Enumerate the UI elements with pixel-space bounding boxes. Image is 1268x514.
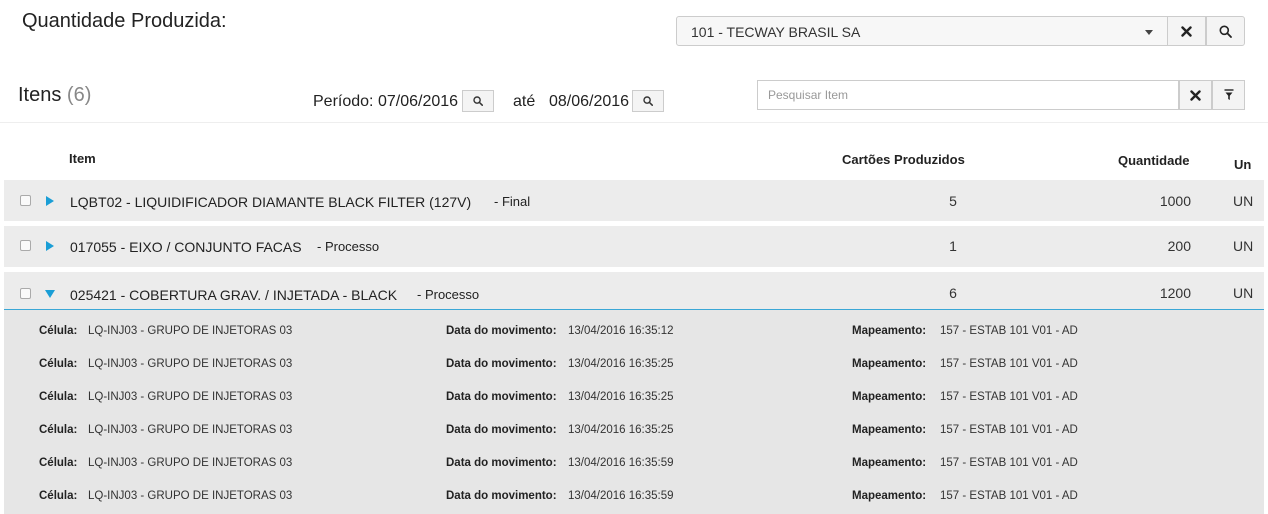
row-checkbox[interactable] — [20, 240, 31, 251]
detail-cell-value: LQ-INJ03 - GRUPO DE INJETORAS 03 — [88, 358, 293, 370]
detail-mapping-label: Mapeamento: — [852, 490, 927, 502]
filter-icon — [1224, 89, 1233, 100]
detail-cell-value: LQ-INJ03 - GRUPO DE INJETORAS 03 — [88, 391, 293, 403]
detail-row: Célula: LQ-INJ03 - GRUPO DE INJETORAS 03… — [4, 391, 1264, 411]
row-quantity: 1200 — [1159, 285, 1191, 301]
detail-row: Célula: LQ-INJ03 - GRUPO DE INJETORAS 03… — [4, 325, 1264, 345]
column-header-cards: Cartões Produzidos — [842, 152, 965, 167]
period-to-value[interactable]: 08/06/2016 — [549, 93, 629, 111]
row-unit: UN — [1233, 238, 1254, 254]
detail-cell-value: LQ-INJ03 - GRUPO DE INJETORAS 03 — [88, 325, 293, 337]
detail-mapping-value: 157 - ESTAB 101 V01 - AD — [940, 391, 1078, 403]
column-header-quantity: Quantidade — [1118, 153, 1190, 168]
chevron-down-icon — [1145, 30, 1153, 35]
triangle-right-icon[interactable] — [46, 196, 54, 206]
row-item-label: 017055 - EIXO / CONJUNTO FACAS — [70, 239, 302, 255]
detail-cell-value: LQ-INJ03 - GRUPO DE INJETORAS 03 — [88, 490, 293, 502]
detail-mapping-label: Mapeamento: — [852, 391, 927, 403]
company-select[interactable]: 101 - TECWAY BRASIL SA — [676, 16, 1168, 46]
search-icon — [1219, 25, 1232, 38]
detail-cell-label: Célula: — [39, 424, 78, 436]
table-row[interactable]: 025421 - COBERTURA GRAV. / INJETADA - BL… — [4, 272, 1264, 309]
detail-date-label: Data do movimento: — [446, 424, 557, 436]
detail-mapping-value: 157 - ESTAB 101 V01 - AD — [940, 358, 1078, 370]
detail-mapping-value: 157 - ESTAB 101 V01 - AD — [940, 424, 1078, 436]
company-select-value: 101 - TECWAY BRASIL SA — [691, 24, 861, 40]
detail-date-value: 13/04/2016 16:35:59 — [568, 490, 674, 502]
row-checkbox[interactable] — [20, 288, 31, 299]
company-clear-button[interactable] — [1167, 16, 1206, 46]
row-item-type: - Processo — [417, 287, 480, 302]
detail-row: Célula: LQ-INJ03 - GRUPO DE INJETORAS 03… — [4, 490, 1264, 510]
search-clear-button[interactable] — [1179, 80, 1212, 110]
row-cards-count: 5 — [949, 193, 957, 209]
row-quantity: 200 — [1167, 238, 1191, 254]
detail-cell-value: LQ-INJ03 - GRUPO DE INJETORAS 03 — [88, 424, 293, 436]
row-item-label: 025421 - COBERTURA GRAV. / INJETADA - BL… — [70, 287, 398, 303]
search-icon — [643, 96, 653, 106]
table-row[interactable]: LQBT02 - LIQUIDIFICADOR DIAMANTE BLACK F… — [4, 180, 1264, 221]
items-title-label: Itens — [18, 84, 62, 106]
row-detail-panel: Célula: LQ-INJ03 - GRUPO DE INJETORAS 03… — [4, 309, 1264, 514]
detail-cell-label: Célula: — [39, 358, 78, 370]
detail-cell-label: Célula: — [39, 457, 78, 469]
filter-button[interactable] — [1212, 80, 1245, 110]
period-until-label: até — [513, 93, 536, 110]
close-icon — [1190, 89, 1201, 101]
row-item-label: LQBT02 - LIQUIDIFICADOR DIAMANTE BLACK F… — [70, 194, 472, 210]
detail-mapping-label: Mapeamento: — [852, 457, 927, 469]
detail-mapping-label: Mapeamento: — [852, 424, 927, 436]
detail-date-value: 13/04/2016 16:35:25 — [568, 358, 674, 370]
close-icon — [1181, 25, 1192, 37]
period-from-value[interactable]: 07/06/2016 — [378, 93, 458, 111]
triangle-right-icon[interactable] — [46, 241, 54, 251]
detail-date-value: 13/04/2016 16:35:12 — [568, 325, 674, 337]
period-to-search-button[interactable] — [632, 90, 664, 112]
detail-row: Célula: LQ-INJ03 - GRUPO DE INJETORAS 03… — [4, 358, 1264, 378]
detail-date-value: 13/04/2016 16:35:25 — [568, 424, 674, 436]
triangle-down-icon[interactable] — [45, 290, 55, 298]
period-label: Período: — [313, 93, 374, 110]
row-checkbox[interactable] — [20, 195, 31, 206]
row-item-type: - Processo — [317, 239, 380, 254]
detail-date-label: Data do movimento: — [446, 490, 557, 502]
company-search-button[interactable] — [1206, 16, 1245, 46]
detail-date-label: Data do movimento: — [446, 358, 557, 370]
search-item-input[interactable] — [757, 80, 1179, 110]
detail-date-label: Data do movimento: — [446, 391, 557, 403]
row-cards-count: 1 — [949, 238, 957, 254]
detail-row: Célula: LQ-INJ03 - GRUPO DE INJETORAS 03… — [4, 457, 1264, 477]
row-unit: UN — [1233, 285, 1254, 301]
detail-date-value: 13/04/2016 16:35:25 — [568, 391, 674, 403]
header-divider — [0, 122, 1268, 123]
detail-mapping-value: 157 - ESTAB 101 V01 - AD — [940, 325, 1078, 337]
detail-date-value: 13/04/2016 16:35:59 — [568, 457, 674, 469]
row-unit: UN — [1233, 193, 1254, 209]
detail-cell-label: Célula: — [39, 490, 78, 502]
detail-mapping-value: 157 - ESTAB 101 V01 - AD — [940, 457, 1078, 469]
detail-cell-label: Célula: — [39, 391, 78, 403]
period-from-search-button[interactable] — [462, 90, 494, 112]
detail-cell-value: LQ-INJ03 - GRUPO DE INJETORAS 03 — [88, 457, 293, 469]
detail-mapping-label: Mapeamento: — [852, 325, 927, 337]
search-icon — [473, 96, 483, 106]
items-count: (6) — [66, 84, 92, 106]
detail-mapping-value: 157 - ESTAB 101 V01 - AD — [940, 490, 1078, 502]
column-header-unit: Un — [1234, 157, 1252, 172]
detail-cell-label: Célula: — [39, 325, 78, 337]
row-quantity: 1000 — [1159, 193, 1191, 209]
row-item-type: - Final — [494, 194, 531, 209]
table-row[interactable]: 017055 - EIXO / CONJUNTO FACAS - Process… — [4, 226, 1264, 267]
detail-date-label: Data do movimento: — [446, 325, 557, 337]
row-cards-count: 6 — [949, 285, 957, 301]
column-header-item: Item — [69, 151, 96, 166]
detail-mapping-label: Mapeamento: — [852, 358, 927, 370]
detail-date-label: Data do movimento: — [446, 457, 557, 469]
page-title: Quantidade Produzida: — [22, 10, 227, 32]
detail-row: Célula: LQ-INJ03 - GRUPO DE INJETORAS 03… — [4, 424, 1264, 444]
items-title: Itens (6) — [18, 84, 91, 107]
